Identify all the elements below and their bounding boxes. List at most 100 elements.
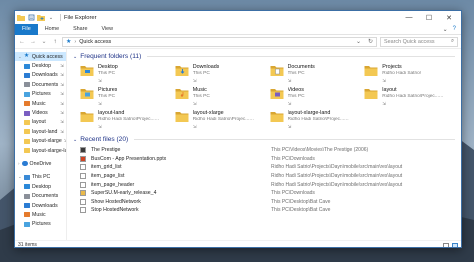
folder-tile-layout-xlarge[interactable]: layout-xlarge Ridho Hadi Satrio\Projec...… xyxy=(175,110,266,130)
folder-info: Videos This PC ⇲ xyxy=(288,87,305,107)
sidebar-item-layout-xlarge[interactable]: layout-xlarge⇲ xyxy=(15,137,66,146)
expand-ribbon-icon[interactable]: ⌄ xyxy=(443,26,448,33)
recent-file-row[interactable]: item_grid_list Ridho Hadi Satrio\Projects… xyxy=(80,163,455,172)
maximize-button[interactable]: ☐ xyxy=(419,11,439,24)
recent-file-row[interactable]: item_page_list Ridho Hadi Satrio\Projects… xyxy=(80,172,455,181)
sidebar-item-pictures[interactable]: Pictures xyxy=(15,220,66,229)
folder-tile-documents[interactable]: Documents This PC ⇲ xyxy=(270,64,361,84)
view-switcher xyxy=(443,242,458,247)
dropdown-icon[interactable]: ⌄ xyxy=(356,38,361,45)
file-name: item_page_header xyxy=(91,181,135,188)
folder-name: Music xyxy=(192,87,207,93)
frequent-folders-header[interactable]: ⌄ Frequent folders (11) xyxy=(73,51,455,62)
tab-home[interactable]: Home xyxy=(38,24,66,35)
address-path: Quick access xyxy=(79,38,112,45)
address-bar[interactable]: ★ › Quick access ⌄ ↻ xyxy=(62,36,377,47)
sidebar-item-layout-land[interactable]: layout-land ⇲ xyxy=(15,127,66,136)
close-button[interactable]: ✕ xyxy=(439,11,459,24)
tab-file[interactable]: File xyxy=(15,23,38,35)
details-view-icon[interactable] xyxy=(443,242,449,247)
folder-tile-layout-xlarge-land[interactable]: layout-xlarge-land Ridho Hadi Satrio\Proj… xyxy=(270,110,361,130)
file-path: Ridho Hadi Satrio\Projects\Dayn\mobile\s… xyxy=(271,164,403,171)
desktop-folder-icon xyxy=(80,64,94,77)
folder-tile-videos[interactable]: Videos This PC ⇲ xyxy=(270,87,361,107)
pin-icon: ⇲ xyxy=(98,123,102,129)
folder-location: Ridho Hadi Satrio\Projec...\res xyxy=(382,93,445,99)
sidebar-item-desktop[interactable]: Desktop xyxy=(15,182,66,191)
folder-tile-downloads[interactable]: Downloads This PC ⇲ xyxy=(175,64,266,84)
pin-icon: ⇲ xyxy=(60,128,64,134)
up-icon[interactable]: ↑ xyxy=(51,37,59,47)
sidebar-item-downloads[interactable]: Downloads xyxy=(15,201,66,210)
pptx-file-icon xyxy=(80,155,86,162)
folder-info: Documents This PC ⇲ xyxy=(288,64,315,84)
pin-icon: ⇲ xyxy=(192,123,197,129)
sidebar-item-pictures[interactable]: Pictures ⇲ xyxy=(15,90,66,99)
folder-name: layout-xlarge-land xyxy=(287,110,331,116)
chevron-down-icon[interactable]: ⌄ xyxy=(73,137,77,143)
folder-info: Music This PC ⇲ xyxy=(193,87,210,107)
back-icon[interactable]: ← xyxy=(18,37,26,47)
recent-files-header[interactable]: ⌄ Recent files (20) xyxy=(73,134,455,145)
tiles-view-icon[interactable] xyxy=(452,242,458,247)
sidebar-item-label: Desktop xyxy=(32,183,52,190)
chevron-down-icon[interactable]: ⌄ xyxy=(47,14,55,22)
cloud-icon xyxy=(21,161,28,167)
recent-file-row[interactable]: Stop HostedNetwork This PC\Desktop\Bat Ca… xyxy=(80,206,455,215)
pictures-icon xyxy=(24,91,30,97)
sidebar-item-onedrive[interactable]: › OneDrive xyxy=(15,159,66,168)
recent-file-row[interactable]: SuperSU.M-early_release_4 This PC\Downloa… xyxy=(80,189,455,198)
expand-arrow-icon[interactable]: › xyxy=(18,161,20,166)
file-path: This PC\Desktop\Bat Cave xyxy=(271,198,331,205)
sidebar-item-this-pc[interactable]: ⌄ This PC xyxy=(15,173,66,182)
sidebar-item-layout-xlarge-la[interactable]: layout-xlarge-la⇲ xyxy=(15,146,66,155)
chevron-down-icon[interactable]: ⌄ xyxy=(73,54,77,60)
new-folder-icon[interactable] xyxy=(37,14,45,22)
forward-icon[interactable]: → xyxy=(29,37,37,47)
help-icon[interactable]: ? xyxy=(453,26,456,32)
sidebar-item-layout[interactable]: layout ⇲ xyxy=(15,118,66,127)
folder-tile-pictures[interactable]: Pictures This PC ⇲ xyxy=(80,87,171,107)
folder-tile-layout-land[interactable]: layout-land Ridho Hadi Satrio\Projec...\r… xyxy=(80,110,171,130)
sidebar-item-downloads[interactable]: Downloads ⇲ xyxy=(15,71,66,80)
recent-locations-icon[interactable]: ⌄ xyxy=(40,37,48,47)
folder-tile-desktop[interactable]: Desktop This PC ⇲ xyxy=(80,64,171,84)
expand-arrow-icon[interactable]: ⌄ xyxy=(18,54,22,60)
chevron-right-icon: › xyxy=(74,38,77,45)
folder-icon xyxy=(24,148,30,154)
folder-location: This PC xyxy=(192,70,210,76)
file-icon xyxy=(80,173,86,180)
content-pane: ⌄ Frequent folders (11) Desktop This PC ⇲ D… xyxy=(67,49,461,240)
folder-tile-music[interactable]: Music This PC ⇲ xyxy=(175,87,266,107)
folder-tile-projects[interactable]: Projects Ridho Hadi Satrio\ ⇲ xyxy=(364,64,455,84)
folder-icon[interactable] xyxy=(17,14,25,22)
window-title: File Explorer xyxy=(64,14,97,21)
folder-tile-layout[interactable]: layout Ridho Hadi Satrio\Projec...\res ⇲ xyxy=(364,87,455,107)
recent-file-row[interactable]: The Prestige This PC\Videos\Movies\The Pr… xyxy=(80,146,455,155)
recent-file-row[interactable]: BusCom - App Presentation.pptx This PC\Do… xyxy=(80,155,455,164)
properties-icon[interactable] xyxy=(27,14,35,22)
pin-icon: ⇲ xyxy=(60,100,64,106)
refresh-icon[interactable]: ↻ xyxy=(368,38,373,45)
sidebar-item-music[interactable]: Music xyxy=(15,210,66,219)
sidebar-item-videos[interactable]: Videos ⇲ xyxy=(15,108,66,117)
sidebar-item-desktop[interactable]: Desktop ⇲ xyxy=(15,61,66,70)
recent-file-row[interactable]: Show HostedNetwork This PC\Desktop\Bat Ca… xyxy=(80,198,455,207)
search-input[interactable]: Search Quick access ⌕ xyxy=(380,36,458,47)
folder-location: This PC xyxy=(98,93,116,99)
recent-file-row[interactable]: item_page_header Ridho Hadi Satrio\Projec… xyxy=(80,180,455,189)
expand-arrow-icon[interactable]: ⌄ xyxy=(18,174,22,180)
tab-share[interactable]: Share xyxy=(66,24,94,35)
sidebar-item-documents[interactable]: Documents xyxy=(15,191,66,200)
tab-view[interactable]: View xyxy=(94,24,120,35)
sidebar-item-music[interactable]: Music ⇲ xyxy=(15,99,66,108)
music-folder-icon xyxy=(175,87,189,100)
documents-icon xyxy=(24,193,30,199)
folder-info: Downloads This PC ⇲ xyxy=(193,64,220,84)
minimize-button[interactable]: — xyxy=(399,11,419,24)
status-bar: 31 items xyxy=(15,240,461,247)
sidebar-item-quick-access[interactable]: ⌄ ★ Quick access xyxy=(15,52,66,62)
sidebar-item-documents[interactable]: Documents ⇲ xyxy=(15,80,66,89)
folder-name: layout xyxy=(382,87,397,93)
sidebar-item-label: Pictures xyxy=(32,91,51,98)
